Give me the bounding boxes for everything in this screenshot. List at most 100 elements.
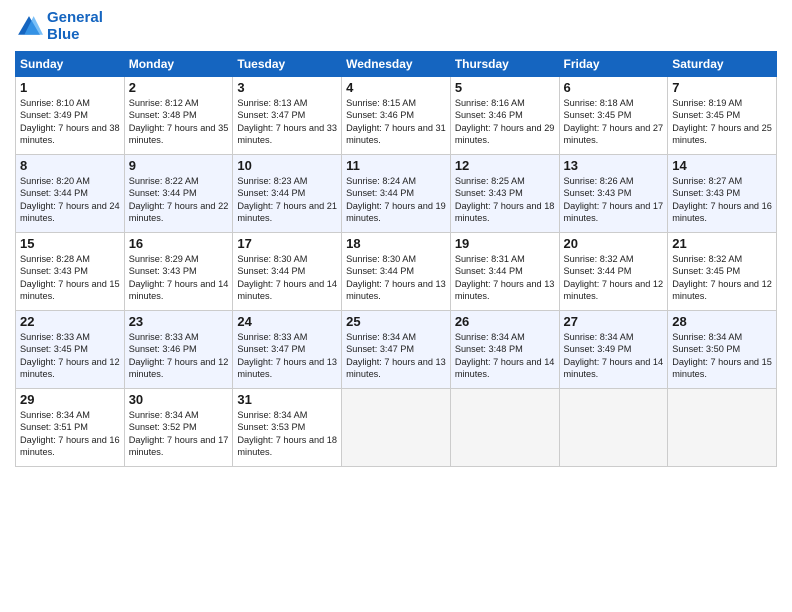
calendar-cell [559, 389, 668, 467]
day-number: 6 [564, 80, 664, 95]
calendar-cell: 30 Sunrise: 8:34 AM Sunset: 3:52 PM Dayl… [124, 389, 233, 467]
day-detail: Sunrise: 8:12 AM Sunset: 3:48 PM Dayligh… [129, 97, 229, 147]
calendar-cell: 23 Sunrise: 8:33 AM Sunset: 3:46 PM Dayl… [124, 311, 233, 389]
day-number: 27 [564, 314, 664, 329]
day-detail: Sunrise: 8:34 AM Sunset: 3:51 PM Dayligh… [20, 409, 120, 459]
calendar-cell: 26 Sunrise: 8:34 AM Sunset: 3:48 PM Dayl… [450, 311, 559, 389]
day-detail: Sunrise: 8:30 AM Sunset: 3:44 PM Dayligh… [237, 253, 337, 303]
calendar-header: SundayMondayTuesdayWednesdayThursdayFrid… [16, 52, 777, 77]
day-detail: Sunrise: 8:22 AM Sunset: 3:44 PM Dayligh… [129, 175, 229, 225]
calendar-table: SundayMondayTuesdayWednesdayThursdayFrid… [15, 51, 777, 467]
logo-text: General Blue [47, 10, 103, 43]
calendar-cell: 5 Sunrise: 8:16 AM Sunset: 3:46 PM Dayli… [450, 77, 559, 155]
day-detail: Sunrise: 8:15 AM Sunset: 3:46 PM Dayligh… [346, 97, 446, 147]
day-number: 10 [237, 158, 337, 173]
calendar-cell: 25 Sunrise: 8:34 AM Sunset: 3:47 PM Dayl… [342, 311, 451, 389]
day-detail: Sunrise: 8:32 AM Sunset: 3:44 PM Dayligh… [564, 253, 664, 303]
day-detail: Sunrise: 8:34 AM Sunset: 3:50 PM Dayligh… [672, 331, 772, 381]
calendar-cell: 21 Sunrise: 8:32 AM Sunset: 3:45 PM Dayl… [668, 233, 777, 311]
day-detail: Sunrise: 8:25 AM Sunset: 3:43 PM Dayligh… [455, 175, 555, 225]
calendar-cell: 22 Sunrise: 8:33 AM Sunset: 3:45 PM Dayl… [16, 311, 125, 389]
day-number: 30 [129, 392, 229, 407]
col-header-sunday: Sunday [16, 52, 125, 77]
day-detail: Sunrise: 8:23 AM Sunset: 3:44 PM Dayligh… [237, 175, 337, 225]
calendar-cell: 28 Sunrise: 8:34 AM Sunset: 3:50 PM Dayl… [668, 311, 777, 389]
col-header-friday: Friday [559, 52, 668, 77]
day-number: 24 [237, 314, 337, 329]
day-detail: Sunrise: 8:10 AM Sunset: 3:49 PM Dayligh… [20, 97, 120, 147]
day-number: 28 [672, 314, 772, 329]
day-detail: Sunrise: 8:33 AM Sunset: 3:47 PM Dayligh… [237, 331, 337, 381]
col-header-thursday: Thursday [450, 52, 559, 77]
day-detail: Sunrise: 8:30 AM Sunset: 3:44 PM Dayligh… [346, 253, 446, 303]
day-number: 9 [129, 158, 229, 173]
day-detail: Sunrise: 8:34 AM Sunset: 3:52 PM Dayligh… [129, 409, 229, 459]
header: General Blue [15, 10, 777, 43]
day-number: 1 [20, 80, 120, 95]
day-number: 25 [346, 314, 446, 329]
day-number: 14 [672, 158, 772, 173]
day-number: 7 [672, 80, 772, 95]
calendar-cell [450, 389, 559, 467]
calendar-cell: 8 Sunrise: 8:20 AM Sunset: 3:44 PM Dayli… [16, 155, 125, 233]
day-number: 17 [237, 236, 337, 251]
calendar-cell: 31 Sunrise: 8:34 AM Sunset: 3:53 PM Dayl… [233, 389, 342, 467]
calendar-cell: 20 Sunrise: 8:32 AM Sunset: 3:44 PM Dayl… [559, 233, 668, 311]
day-number: 22 [20, 314, 120, 329]
day-detail: Sunrise: 8:33 AM Sunset: 3:46 PM Dayligh… [129, 331, 229, 381]
day-number: 19 [455, 236, 555, 251]
calendar-cell: 14 Sunrise: 8:27 AM Sunset: 3:43 PM Dayl… [668, 155, 777, 233]
day-number: 18 [346, 236, 446, 251]
col-header-monday: Monday [124, 52, 233, 77]
logo: General Blue [15, 10, 103, 43]
calendar-cell: 7 Sunrise: 8:19 AM Sunset: 3:45 PM Dayli… [668, 77, 777, 155]
day-number: 29 [20, 392, 120, 407]
calendar-body: 1 Sunrise: 8:10 AM Sunset: 3:49 PM Dayli… [16, 77, 777, 467]
calendar-cell: 15 Sunrise: 8:28 AM Sunset: 3:43 PM Dayl… [16, 233, 125, 311]
calendar-cell: 3 Sunrise: 8:13 AM Sunset: 3:47 PM Dayli… [233, 77, 342, 155]
calendar-cell: 27 Sunrise: 8:34 AM Sunset: 3:49 PM Dayl… [559, 311, 668, 389]
calendar-cell: 24 Sunrise: 8:33 AM Sunset: 3:47 PM Dayl… [233, 311, 342, 389]
calendar-cell: 6 Sunrise: 8:18 AM Sunset: 3:45 PM Dayli… [559, 77, 668, 155]
day-number: 21 [672, 236, 772, 251]
calendar-cell: 13 Sunrise: 8:26 AM Sunset: 3:43 PM Dayl… [559, 155, 668, 233]
calendar-cell: 9 Sunrise: 8:22 AM Sunset: 3:44 PM Dayli… [124, 155, 233, 233]
day-detail: Sunrise: 8:34 AM Sunset: 3:49 PM Dayligh… [564, 331, 664, 381]
day-number: 26 [455, 314, 555, 329]
calendar-cell: 10 Sunrise: 8:23 AM Sunset: 3:44 PM Dayl… [233, 155, 342, 233]
col-header-wednesday: Wednesday [342, 52, 451, 77]
day-number: 4 [346, 80, 446, 95]
logo-icon [15, 13, 43, 41]
day-detail: Sunrise: 8:34 AM Sunset: 3:48 PM Dayligh… [455, 331, 555, 381]
calendar-cell: 16 Sunrise: 8:29 AM Sunset: 3:43 PM Dayl… [124, 233, 233, 311]
day-detail: Sunrise: 8:31 AM Sunset: 3:44 PM Dayligh… [455, 253, 555, 303]
day-detail: Sunrise: 8:33 AM Sunset: 3:45 PM Dayligh… [20, 331, 120, 381]
day-number: 8 [20, 158, 120, 173]
day-number: 15 [20, 236, 120, 251]
day-detail: Sunrise: 8:18 AM Sunset: 3:45 PM Dayligh… [564, 97, 664, 147]
calendar-cell: 17 Sunrise: 8:30 AM Sunset: 3:44 PM Dayl… [233, 233, 342, 311]
day-number: 13 [564, 158, 664, 173]
calendar-cell: 1 Sunrise: 8:10 AM Sunset: 3:49 PM Dayli… [16, 77, 125, 155]
day-detail: Sunrise: 8:32 AM Sunset: 3:45 PM Dayligh… [672, 253, 772, 303]
calendar-cell: 18 Sunrise: 8:30 AM Sunset: 3:44 PM Dayl… [342, 233, 451, 311]
day-number: 23 [129, 314, 229, 329]
day-number: 11 [346, 158, 446, 173]
day-number: 16 [129, 236, 229, 251]
calendar-cell: 11 Sunrise: 8:24 AM Sunset: 3:44 PM Dayl… [342, 155, 451, 233]
calendar-cell: 29 Sunrise: 8:34 AM Sunset: 3:51 PM Dayl… [16, 389, 125, 467]
calendar-cell: 4 Sunrise: 8:15 AM Sunset: 3:46 PM Dayli… [342, 77, 451, 155]
day-number: 12 [455, 158, 555, 173]
day-detail: Sunrise: 8:20 AM Sunset: 3:44 PM Dayligh… [20, 175, 120, 225]
day-detail: Sunrise: 8:16 AM Sunset: 3:46 PM Dayligh… [455, 97, 555, 147]
calendar-cell: 2 Sunrise: 8:12 AM Sunset: 3:48 PM Dayli… [124, 77, 233, 155]
day-number: 5 [455, 80, 555, 95]
day-detail: Sunrise: 8:13 AM Sunset: 3:47 PM Dayligh… [237, 97, 337, 147]
day-detail: Sunrise: 8:29 AM Sunset: 3:43 PM Dayligh… [129, 253, 229, 303]
calendar-cell: 12 Sunrise: 8:25 AM Sunset: 3:43 PM Dayl… [450, 155, 559, 233]
day-detail: Sunrise: 8:28 AM Sunset: 3:43 PM Dayligh… [20, 253, 120, 303]
day-detail: Sunrise: 8:19 AM Sunset: 3:45 PM Dayligh… [672, 97, 772, 147]
calendar-cell: 19 Sunrise: 8:31 AM Sunset: 3:44 PM Dayl… [450, 233, 559, 311]
day-number: 31 [237, 392, 337, 407]
day-detail: Sunrise: 8:27 AM Sunset: 3:43 PM Dayligh… [672, 175, 772, 225]
